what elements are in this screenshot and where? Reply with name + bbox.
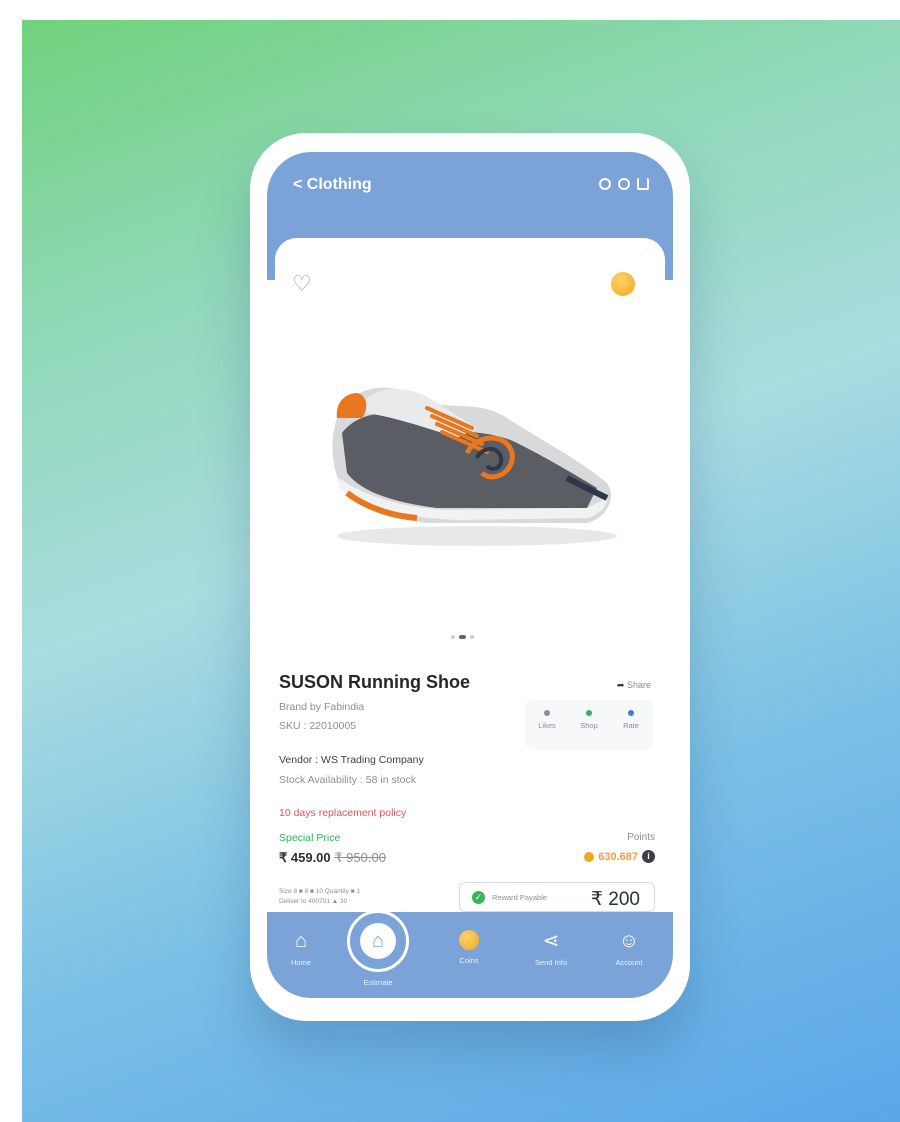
special-price-label: Special Price (279, 832, 341, 844)
info-icon[interactable]: i (642, 850, 655, 863)
points-label: Points (627, 832, 655, 843)
reward-text: Reward Payable (492, 893, 548, 902)
estimate-icon: ⌂ (360, 923, 396, 959)
bell-icon[interactable] (618, 178, 630, 190)
stat-label: Rate (623, 721, 639, 730)
cart-icon[interactable] (637, 178, 649, 190)
likes-icon (544, 710, 550, 716)
coin-icon (584, 851, 595, 862)
nav-label: Estimate (363, 978, 393, 987)
nav-label: Home (290, 958, 311, 967)
app-screen: < Clothing ♡ SUSON Running Shoe Brand by… (267, 152, 673, 998)
coin-icon (459, 930, 479, 950)
nav-label: Send Info (534, 958, 568, 967)
nav-label: Coins (459, 956, 479, 965)
nav-account[interactable]: ☺ Account (597, 930, 661, 967)
old-price: ₹ 950.00 (334, 850, 386, 865)
nav-center-button[interactable]: ⌂ (347, 910, 409, 972)
heart-icon[interactable]: ♡ (292, 272, 316, 296)
stats-panel: Likes Shop Rate (525, 700, 653, 750)
stat-label: Likes (538, 721, 556, 730)
coin-icon[interactable] (611, 272, 635, 296)
product-brand: Brand by Fabindia (279, 701, 365, 713)
share-arrow-icon: ➦ (616, 680, 625, 690)
pager-dot-active[interactable] (459, 635, 466, 639)
stat-label: Shop (580, 721, 598, 730)
shop-icon (586, 710, 592, 716)
pager-dot[interactable] (470, 635, 474, 639)
variant-line: Size 8 ■ 9 ■ 10 Quantity ■ 1 (279, 888, 361, 895)
delivery-line: Deliver to 400701 ▲ 30 (279, 898, 348, 905)
product-sku: SKU : 22010005 (279, 720, 357, 732)
product-image (332, 387, 617, 546)
bottom-nav: ⌂ Home ⌂ Estimate Coins ⋖ Send Info ☺ Ac… (267, 910, 673, 998)
rate-icon (628, 710, 634, 716)
image-pager[interactable] (451, 635, 474, 639)
variant-info[interactable]: Size 8 ■ 9 ■ 10 Quantity ■ 1 Deliver to … (279, 887, 360, 907)
product-title: SUSON Running Shoe (279, 672, 470, 692)
share-button[interactable]: ➦ Share (617, 680, 651, 691)
product-vendor: Vendor : WS Trading Company (279, 754, 424, 766)
replacement-policy[interactable]: 10 days replacement policy (279, 807, 406, 819)
stock-availability: Stock Availability : 58 in stock (279, 774, 416, 786)
phone-mockup: < Clothing ♡ SUSON Running Shoe Brand by… (250, 133, 690, 1021)
nav-label: Account (615, 958, 643, 967)
current-price: ₹ 459.00 (279, 850, 331, 865)
points-value-row: 630.687 i (584, 850, 655, 863)
stat-rate[interactable]: Rate (611, 708, 651, 730)
points-value: 630.687 (598, 850, 638, 863)
share-label: Share (626, 680, 651, 690)
user-icon: ☺ (618, 930, 640, 952)
stat-likes[interactable]: Likes (527, 708, 567, 730)
stat-shop[interactable]: Shop (569, 708, 609, 730)
nav-share[interactable]: ⋖ Send Info (519, 930, 583, 967)
pager-dot[interactable] (451, 635, 455, 639)
check-icon: ✓ (472, 891, 485, 904)
home-icon: ⌂ (294, 930, 308, 952)
price: ₹ 459.00 ₹ 950.00 (279, 850, 386, 866)
header-icons (599, 178, 649, 190)
back-button[interactable]: < Clothing (293, 176, 372, 194)
share-icon: ⋖ (542, 930, 560, 952)
nav-home[interactable]: ⌂ Home (269, 930, 333, 967)
nav-coins[interactable]: Coins (437, 930, 501, 965)
reward-box[interactable]: ✓ Reward Payable ₹ 200 (459, 882, 655, 912)
reward-amount: ₹ 200 (590, 889, 640, 910)
search-icon[interactable] (599, 178, 611, 190)
